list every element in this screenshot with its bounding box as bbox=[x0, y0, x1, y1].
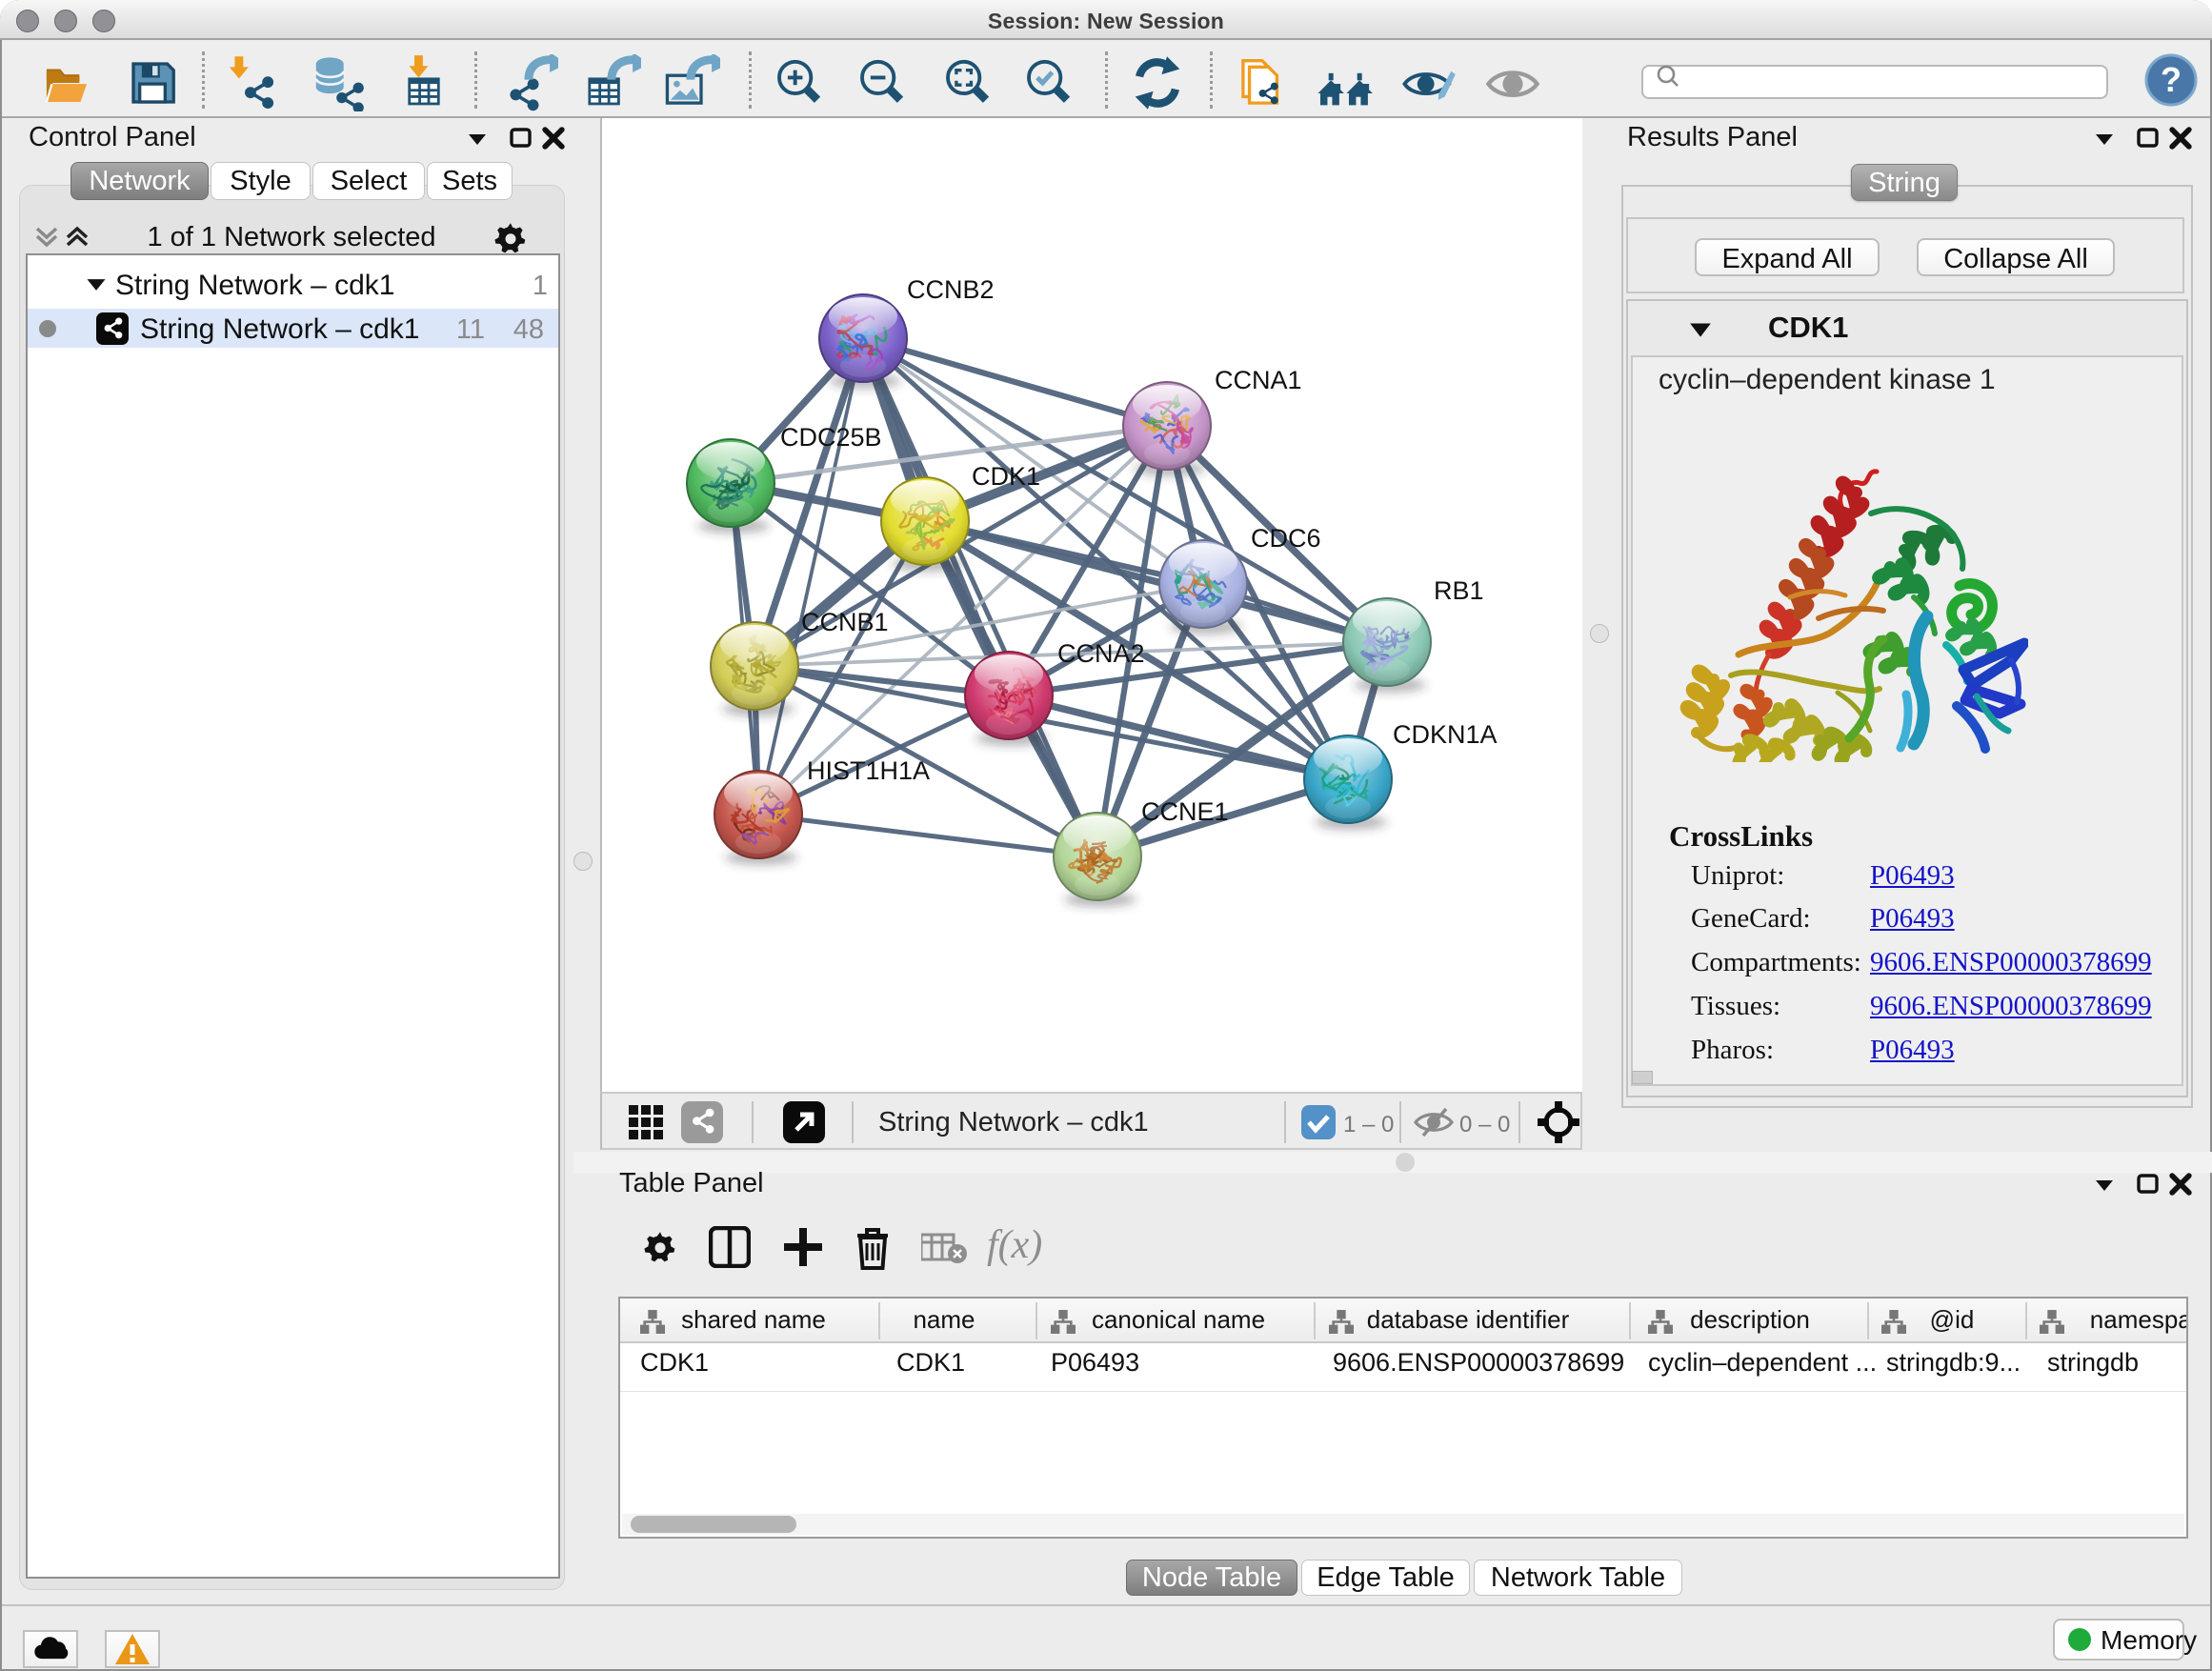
svg-text:HIST1H1A: HIST1H1A bbox=[807, 756, 930, 785]
svg-text:CCNB2: CCNB2 bbox=[907, 275, 995, 304]
svg-text:CCNB1: CCNB1 bbox=[801, 608, 889, 636]
svg-text:CDKN1A: CDKN1A bbox=[1393, 720, 1498, 749]
svg-text:CDC25B: CDC25B bbox=[780, 423, 882, 452]
svg-text:CCNE1: CCNE1 bbox=[1141, 797, 1229, 826]
svg-text:CDC6: CDC6 bbox=[1251, 524, 1321, 553]
svg-text:CDK1: CDK1 bbox=[972, 462, 1040, 491]
svg-text:CCNA1: CCNA1 bbox=[1215, 366, 1302, 394]
svg-text:?: ? bbox=[2161, 60, 2182, 99]
svg-text:CCNA2: CCNA2 bbox=[1057, 639, 1145, 668]
svg-text:RB1: RB1 bbox=[1434, 576, 1484, 605]
